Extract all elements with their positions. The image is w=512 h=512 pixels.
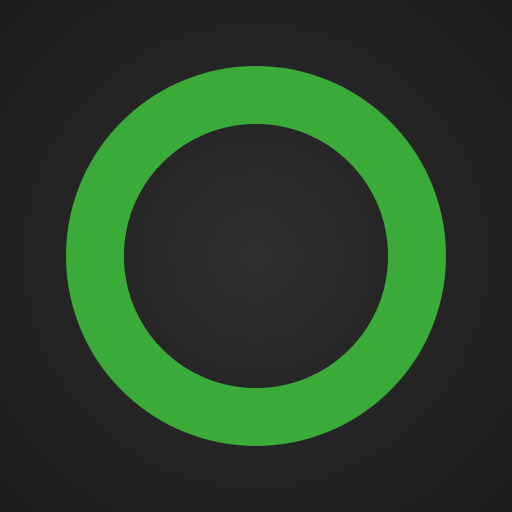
ring-center: [124, 124, 388, 388]
app-icon-background: [0, 0, 512, 512]
ring-icon: [66, 66, 446, 446]
